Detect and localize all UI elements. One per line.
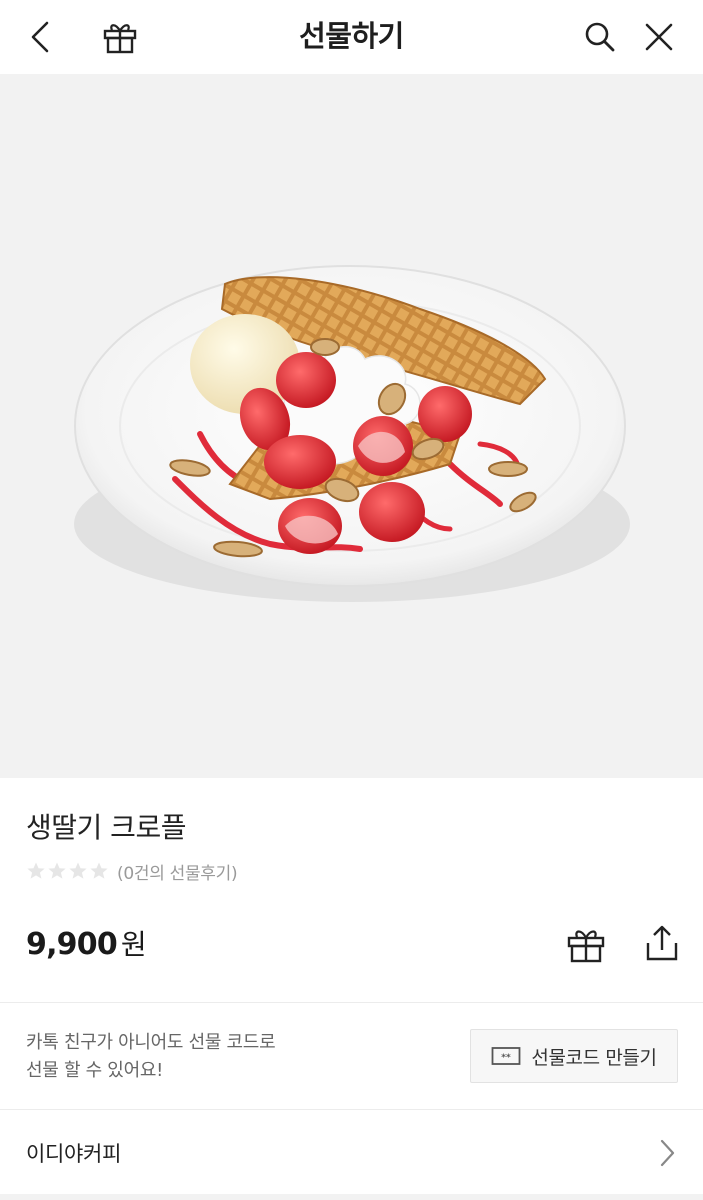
- star-rating: [26, 861, 109, 881]
- star-empty-icon: [69, 862, 87, 879]
- product-info: 생딸기 크로플 (0건의 선물후기) 9,900 원: [0, 778, 703, 1002]
- gift-code-section: 카톡 친구가 아니어도 선물 코드로 선물 할 수 있어요! ** 선물코드 만…: [0, 1003, 703, 1109]
- close-icon: [645, 23, 673, 51]
- gift-code-line1: 카톡 친구가 아니어도 선물 코드로: [26, 1032, 276, 1053]
- search-button[interactable]: [577, 14, 623, 60]
- chevron-right-icon: [660, 1139, 675, 1167]
- svg-text:**: **: [502, 1053, 512, 1063]
- brand-name: 이디야커피: [26, 1142, 122, 1166]
- gift-button[interactable]: [564, 923, 608, 967]
- price-unit: 원: [120, 928, 147, 961]
- brand-link[interactable]: 이디야커피: [0, 1110, 703, 1194]
- close-button[interactable]: [636, 14, 682, 60]
- gift-code-description: 카톡 친구가 아니어도 선물 코드로 선물 할 수 있어요!: [26, 1029, 276, 1085]
- share-button[interactable]: [638, 921, 682, 965]
- star-empty-icon: [90, 862, 108, 879]
- share-icon: [646, 925, 678, 961]
- product-name: 생딸기 크로플: [26, 811, 186, 844]
- rating-row[interactable]: (0건의 선물후기): [26, 860, 238, 884]
- top-nav-bar: 선물하기: [0, 0, 703, 74]
- croffle-plate-illustration: [74, 265, 630, 602]
- make-gift-code-button[interactable]: ** 선물코드 만들기: [470, 1029, 678, 1083]
- price: 9,900 원: [26, 923, 147, 963]
- search-icon: [585, 22, 615, 52]
- make-gift-code-label: 선물코드 만들기: [531, 1046, 657, 1069]
- gift-icon: [567, 930, 605, 963]
- price-value: 9,900: [26, 927, 118, 962]
- product-image[interactable]: [0, 74, 703, 778]
- review-count: (0건의 선물후기): [117, 863, 238, 884]
- gift-code-icon: **: [491, 1047, 521, 1065]
- gift-code-line2: 선물 할 수 있어요!: [26, 1060, 164, 1081]
- star-empty-icon: [48, 862, 66, 879]
- bottom-strip: [0, 1194, 703, 1200]
- star-empty-icon: [27, 862, 45, 879]
